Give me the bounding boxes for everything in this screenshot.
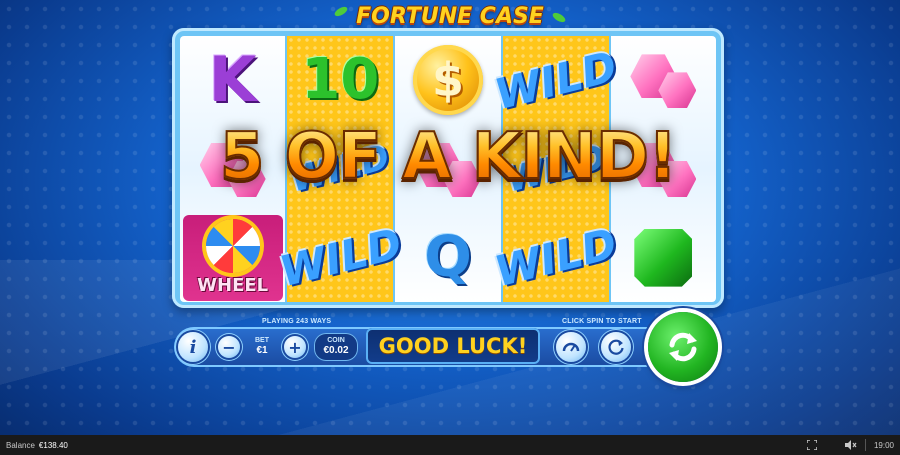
autoplay-button[interactable] — [601, 332, 631, 362]
message-display: GOOD LUCK! — [366, 328, 540, 364]
info-button[interactable]: i — [178, 332, 208, 362]
bet-label: BET — [255, 337, 269, 344]
win-banner: 5 OF A KIND! — [180, 112, 716, 202]
symbol-dollar: $ — [431, 53, 464, 108]
pink-gem-icon — [630, 50, 697, 110]
autoplay-icon — [608, 339, 624, 355]
speed-button[interactable] — [556, 332, 586, 362]
wheel-label: WHEEL — [197, 274, 269, 296]
reel-cell — [611, 213, 716, 302]
bet-display: BET €1 — [244, 333, 280, 361]
speedometer-icon — [562, 342, 580, 352]
symbol-wild: WILD — [274, 218, 407, 297]
win-banner-text: 5 OF A KIND! — [219, 119, 678, 195]
wheel-bonus-symbol: WHEEL — [182, 214, 283, 301]
spin-button[interactable] — [648, 312, 718, 382]
symbol-q: Q — [424, 224, 472, 290]
info-icon: i — [189, 336, 197, 358]
coin-label: COIN — [327, 337, 345, 344]
bet-decrease-button[interactable]: − — [218, 336, 240, 358]
symbol-wild: WILD — [489, 41, 622, 120]
balance-value: €138.40 — [38, 440, 68, 450]
coin-value-selector[interactable]: COIN €0.02 — [314, 333, 358, 361]
dollar-coin-icon: $ — [412, 45, 483, 116]
fullscreen-icon[interactable] — [806, 439, 818, 451]
reel-cell: WILD — [274, 213, 406, 302]
playing-ways-caption: PLAYING 243 WAYS — [262, 318, 332, 325]
balance-label: Balance — [6, 440, 35, 450]
bet-value: €1 — [256, 345, 268, 356]
leaf-decoration — [551, 10, 567, 25]
green-gem-icon — [634, 228, 693, 287]
symbol-k: K — [208, 43, 257, 117]
clock: 19:00 — [873, 440, 894, 450]
symbol-10: 10 — [301, 47, 380, 113]
bet-increase-button[interactable]: + — [284, 336, 306, 358]
spin-hint-caption: CLICK SPIN TO START — [562, 318, 642, 325]
symbol-wild: WILD — [489, 218, 622, 297]
coin-value: €0.02 — [323, 345, 349, 356]
message-text: GOOD LUCK! — [378, 334, 528, 358]
status-divider — [864, 439, 866, 451]
reel-cell: WHEEL — [180, 213, 285, 302]
volume-glyph — [844, 440, 857, 450]
volume-icon[interactable] — [844, 440, 857, 450]
wheel-icon — [205, 218, 260, 273]
leaf-decoration — [333, 4, 349, 19]
plus-icon: + — [288, 337, 302, 357]
minus-icon: − — [222, 337, 236, 357]
game-title: FORTUNE CASE — [356, 3, 544, 29]
fullscreen-glyph — [806, 439, 818, 451]
spin-arrows-icon — [669, 332, 697, 362]
reel-cell: WILD — [490, 213, 622, 302]
reel-cell: Q — [395, 213, 500, 302]
status-bar: Balance €138.40 19:00 — [0, 435, 900, 455]
